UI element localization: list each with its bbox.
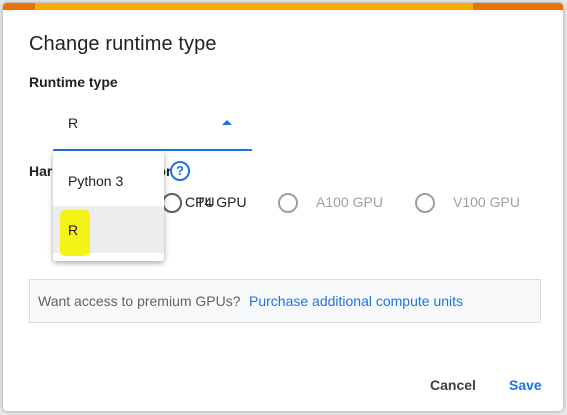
radio-label-t4-gpu: T4 GPU [196, 194, 247, 210]
radio-label-a100-gpu: A100 GPU [316, 194, 383, 210]
runtime-type-select[interactable]: R [53, 104, 252, 151]
save-button[interactable]: Save [509, 377, 542, 393]
radio-t4-gpu[interactable] [162, 193, 182, 213]
radio-label-v100-gpu: V100 GPU [453, 194, 520, 210]
dropdown-option-r[interactable]: R [53, 206, 164, 256]
change-runtime-dialog: Change runtime type Runtime type R Hardw… [3, 3, 563, 411]
runtime-type-select-value: R [68, 115, 79, 131]
accent-bar-right-segment [473, 3, 563, 10]
purchase-compute-units-link[interactable]: Purchase additional compute units [249, 293, 463, 309]
premium-gpu-message: Want access to premium GPUs? [38, 293, 241, 309]
runtime-type-label: Runtime type [29, 74, 118, 90]
dropdown-option-label: R [68, 222, 79, 238]
dropdown-option-label: Python 3 [68, 173, 124, 189]
radio-a100-gpu[interactable] [278, 193, 298, 213]
cancel-button[interactable]: Cancel [430, 377, 476, 393]
runtime-type-dropdown-menu: Python 3 R [53, 151, 164, 261]
help-circle-icon[interactable]: ? [170, 161, 190, 181]
dialog-title: Change runtime type [29, 33, 217, 55]
radio-v100-gpu[interactable] [415, 193, 435, 213]
dialog-accent-bar [3, 3, 563, 10]
premium-gpu-info-box: Want access to premium GPUs? Purchase ad… [29, 279, 541, 323]
accent-bar-left-segment [3, 3, 35, 10]
dropdown-option-python3[interactable]: Python 3 [53, 157, 164, 204]
caret-up-icon [222, 120, 232, 125]
